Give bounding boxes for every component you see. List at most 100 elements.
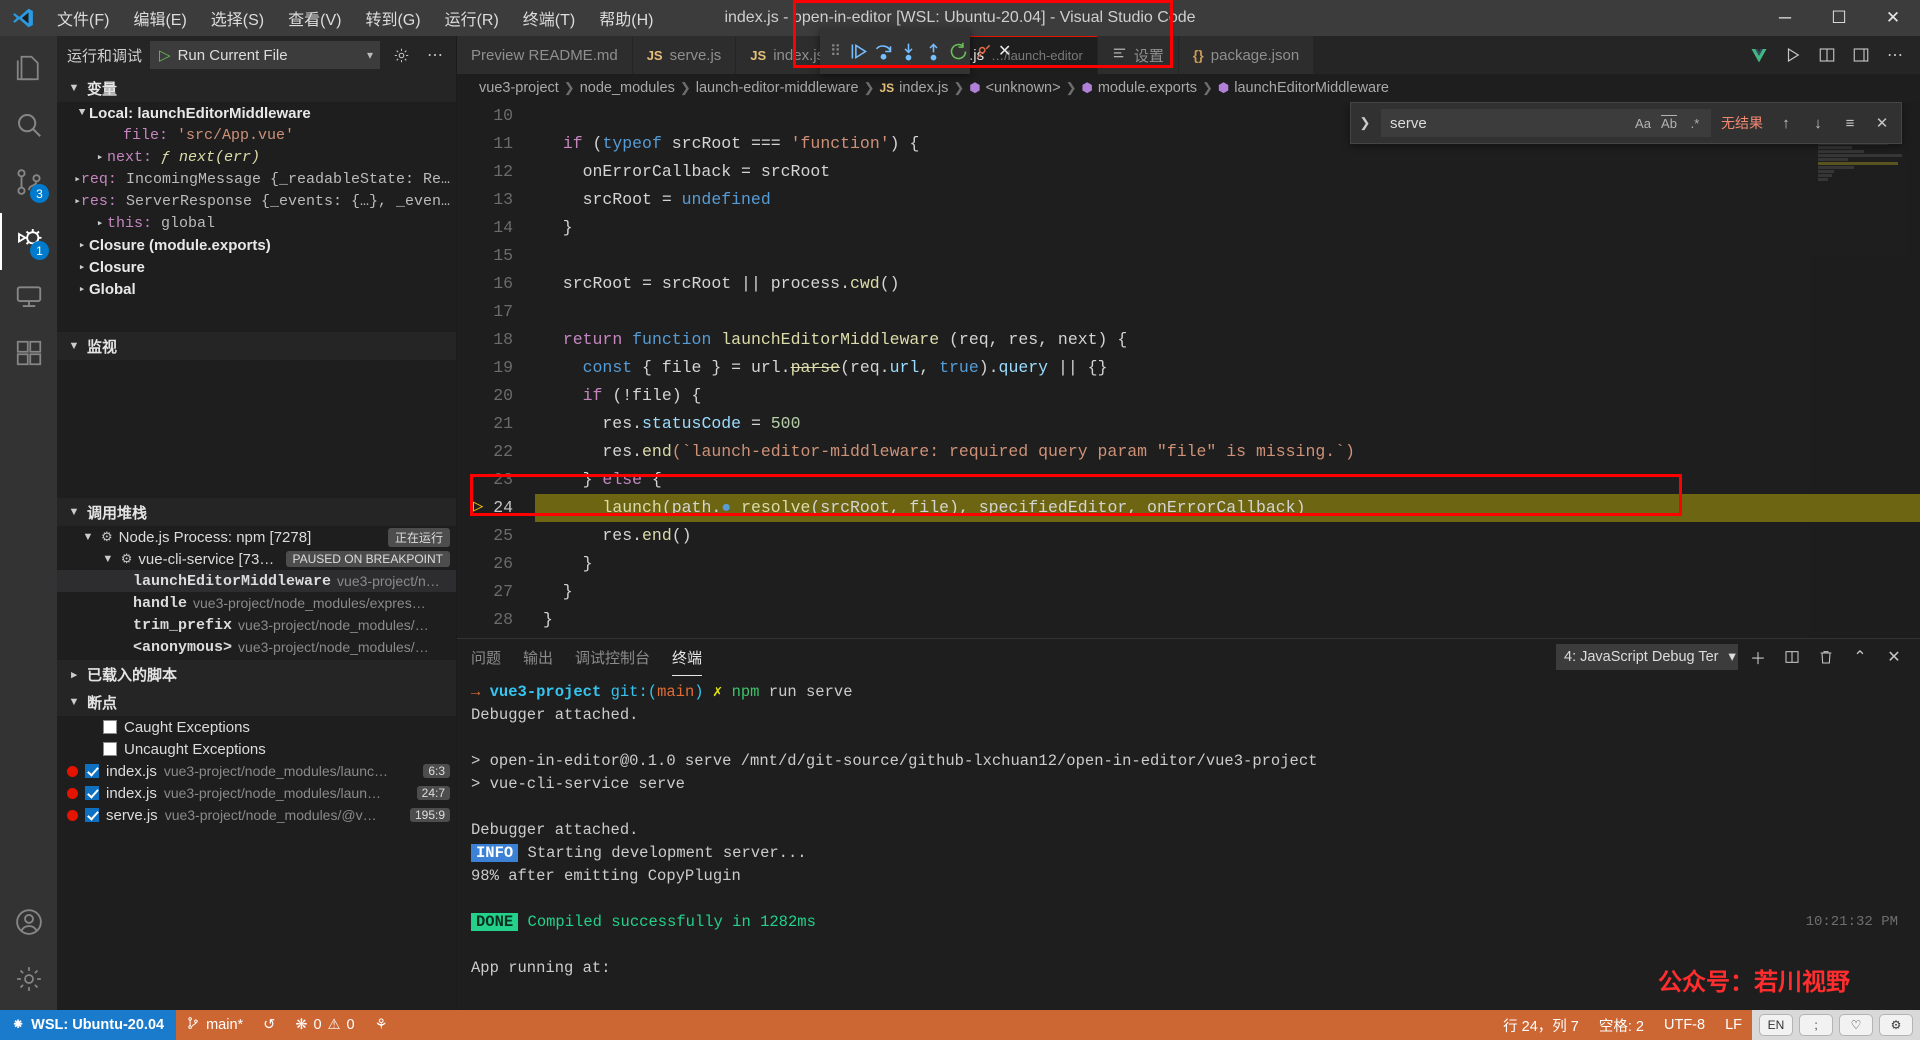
variable-row[interactable]: file: 'src/App.vue' xyxy=(57,124,456,146)
toggle-panel-icon[interactable] xyxy=(1846,40,1876,70)
panel-tab-problems[interactable]: 问题 xyxy=(471,643,501,672)
menu-run[interactable]: 运行(R) xyxy=(434,1,510,35)
breadcrumb-item[interactable]: launchEditorMiddleware xyxy=(1234,80,1389,96)
activity-extensions[interactable] xyxy=(0,327,57,384)
line-number[interactable]: 24 ▷ xyxy=(457,494,535,522)
variable-row[interactable]: ▸ res: ServerResponse {_events: {…}, _ev… xyxy=(57,190,456,212)
stop-button[interactable]: ✕ xyxy=(998,34,1011,68)
line-number[interactable]: 19 xyxy=(457,354,535,382)
section-callstack-header[interactable]: ▼ 调用堆栈 xyxy=(57,498,456,526)
tab-settings[interactable]: 设置 xyxy=(1097,36,1179,74)
code-line[interactable]: 28} xyxy=(457,606,1920,634)
vue-icon[interactable] xyxy=(1744,40,1774,70)
breakpoint-arrow-icon[interactable]: ▷ xyxy=(473,498,483,518)
variable-row[interactable]: ▸ Closure (module.exports) xyxy=(57,234,456,256)
menu-go[interactable]: 转到(G) xyxy=(354,1,431,35)
restart-button[interactable] xyxy=(948,34,969,68)
code-line[interactable]: 24 ▷ launch(path.● resolve(srcRoot, file)… xyxy=(457,494,1920,522)
terminal-output[interactable]: → vue3-project git:(main) ✗ npm run serv… xyxy=(457,675,1920,1010)
breakpoint-row[interactable]: Caught Exceptions xyxy=(57,716,456,738)
section-variables-header[interactable]: ▼ 变量 xyxy=(57,74,456,102)
debug-config-select[interactable]: ▷ Run Current File ▾ xyxy=(150,41,380,69)
disconnect-button[interactable] xyxy=(973,34,994,68)
line-number[interactable]: 20 xyxy=(457,382,535,410)
section-loaded-scripts-header[interactable]: ▸ 已载入的脚本 xyxy=(57,660,456,688)
line-number[interactable]: 28 xyxy=(457,606,535,634)
status-debug[interactable]: ⚘ xyxy=(365,1010,398,1040)
variable-row[interactable]: ▸ Global xyxy=(57,278,456,300)
find-widget[interactable]: ❯ Aa Ab .* 无结果 ↑ ↓ ≡ ✕ xyxy=(1350,102,1902,144)
code-line[interactable]: 22 res.end(`launch-editor-middleware: re… xyxy=(457,438,1920,466)
match-case-icon[interactable]: Aa xyxy=(1632,112,1654,134)
status-eol[interactable]: LF xyxy=(1715,1010,1752,1040)
ime-punctuation-key[interactable]: ; xyxy=(1799,1014,1833,1036)
code-line[interactable]: 14 } xyxy=(457,214,1920,242)
line-number[interactable]: 27 xyxy=(457,578,535,606)
split-terminal-button[interactable] xyxy=(1778,644,1806,670)
breadcrumb-item[interactable]: module.exports xyxy=(1098,80,1197,96)
variable-row[interactable]: ▸ Closure xyxy=(57,256,456,278)
activity-account[interactable] xyxy=(0,896,57,953)
close-find-button[interactable]: ✕ xyxy=(1869,110,1895,136)
grip-icon[interactable]: ⠿ xyxy=(830,42,844,60)
breakpoint-checkbox[interactable] xyxy=(85,764,99,778)
code-line[interactable]: 26 } xyxy=(457,550,1920,578)
kill-terminal-button[interactable] xyxy=(1812,644,1840,670)
ime-favorite-key[interactable]: ♡ xyxy=(1839,1014,1873,1036)
tab-preview-readme[interactable]: Preview README.md xyxy=(457,36,633,74)
breakpoint-checkbox[interactable] xyxy=(103,720,117,734)
menu-edit[interactable]: 编辑(E) xyxy=(122,1,197,35)
status-indentation[interactable]: 空格: 2 xyxy=(1589,1010,1654,1040)
code-line[interactable]: 21 res.statusCode = 500 xyxy=(457,410,1920,438)
breakpoint-checkbox[interactable] xyxy=(85,786,99,800)
ime-settings-key[interactable]: ⚙ xyxy=(1879,1014,1913,1036)
maximize-panel-button[interactable]: ⌃ xyxy=(1846,644,1874,670)
new-terminal-button[interactable]: ＋ xyxy=(1744,644,1772,670)
callstack-row[interactable]: <anonymous> vue3-project/node_modules/… xyxy=(57,636,456,658)
find-previous-button[interactable]: ↑ xyxy=(1773,110,1799,136)
toggle-replace-icon[interactable]: ❯ xyxy=(1355,115,1375,131)
breadcrumb-item[interactable]: node_modules xyxy=(580,80,675,96)
run-play-icon[interactable] xyxy=(1778,40,1808,70)
split-editor-icon[interactable] xyxy=(1812,40,1842,70)
section-watch-header[interactable]: ▼ 监视 xyxy=(57,332,456,360)
breadcrumb[interactable]: vue3-project ❯ node_modules ❯ launch-edi… xyxy=(457,74,1920,102)
line-number[interactable]: 23 xyxy=(457,466,535,494)
close-panel-button[interactable]: ✕ xyxy=(1880,644,1908,670)
debug-config-gear-button[interactable] xyxy=(388,42,414,68)
line-number[interactable]: 17 xyxy=(457,298,535,326)
maximize-button[interactable]: ☐ xyxy=(1812,0,1866,36)
code-line[interactable]: 12 onErrorCallback = srcRoot xyxy=(457,158,1920,186)
step-out-button[interactable] xyxy=(923,34,944,68)
activity-remote-explorer[interactable] xyxy=(0,270,57,327)
callstack-row[interactable]: trim_prefix vue3-project/node_modules/… xyxy=(57,614,456,636)
code-line[interactable]: 20 if (!file) { xyxy=(457,382,1920,410)
breakpoint-row[interactable]: index.js vue3-project/node_modules/laun…… xyxy=(57,782,456,804)
step-into-button[interactable] xyxy=(898,34,919,68)
breadcrumb-item[interactable]: index.js xyxy=(899,80,948,96)
debug-floating-toolbar[interactable]: ⠿ ✕ xyxy=(820,28,1011,74)
callstack-row[interactable]: ▼ ⚙ vue-cli-service [7326] PAUSED ON BRE… xyxy=(57,548,456,570)
regex-icon[interactable]: .* xyxy=(1684,112,1706,134)
status-sync[interactable]: ↺ xyxy=(253,1010,285,1040)
line-number[interactable]: 22 xyxy=(457,438,535,466)
activity-settings[interactable] xyxy=(0,953,57,1010)
breakpoint-row[interactable]: Uncaught Exceptions xyxy=(57,738,456,760)
find-input-wrapper[interactable]: Aa Ab .* xyxy=(1381,109,1711,137)
window-controls[interactable]: ─ ☐ ✕ xyxy=(1758,0,1920,36)
line-number[interactable]: 12 xyxy=(457,158,535,186)
breakpoint-row[interactable]: serve.js vue3-project/node_modules/@v… 1… xyxy=(57,804,456,826)
panel-tab-debug-console[interactable]: 调试控制台 xyxy=(575,643,650,672)
activity-explorer[interactable] xyxy=(0,42,57,99)
breadcrumb-item[interactable]: <unknown> xyxy=(986,80,1061,96)
callstack-row[interactable]: handle vue3-project/node_modules/expres… xyxy=(57,592,456,614)
menu-file[interactable]: 文件(F) xyxy=(46,1,120,35)
step-over-button[interactable] xyxy=(873,34,894,68)
ime-language-key[interactable]: EN xyxy=(1759,1014,1793,1036)
variable-row[interactable]: ▸ this: global xyxy=(57,212,456,234)
line-number[interactable]: 10 xyxy=(457,102,535,130)
line-number[interactable]: 21 xyxy=(457,410,535,438)
callstack-row[interactable]: ▼ ⚙ Node.js Process: npm [7278] 正在运行 xyxy=(57,526,456,548)
menu-view[interactable]: 查看(V) xyxy=(277,1,352,35)
terminal-selector[interactable]: 4: JavaScript Debug Ter ▾ xyxy=(1556,644,1738,670)
